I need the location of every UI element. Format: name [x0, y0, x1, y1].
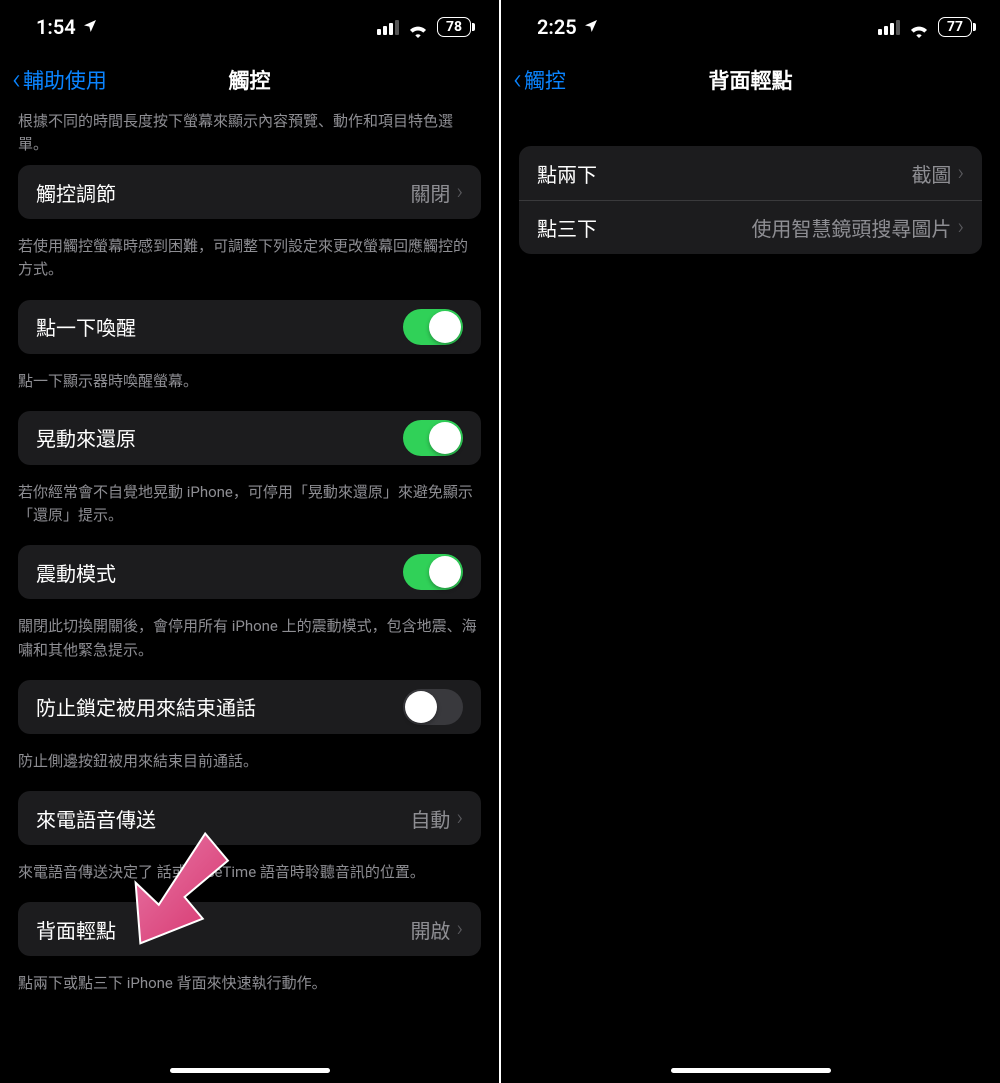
row-tap-to-wake[interactable]: 點一下喚醒 [18, 300, 481, 354]
home-indicator[interactable] [170, 1068, 330, 1073]
status-bar: 1:54 78 [0, 0, 499, 54]
toggle-vibration[interactable] [403, 554, 463, 590]
row-value: 使用智慧鏡頭搜尋圖片 [751, 213, 951, 242]
toggle-shake-to-undo[interactable] [403, 420, 463, 456]
toggle-knob [429, 311, 461, 343]
chevron-left-icon: ‹ [12, 65, 21, 95]
cellular-icon [878, 20, 900, 35]
row-label: 背面輕點 [36, 915, 116, 944]
row-label: 防止鎖定被用來結束通話 [36, 692, 256, 721]
home-indicator[interactable] [671, 1068, 831, 1073]
phone-right-back-tap-settings: 2:25 77 ‹ 觸控 背面輕點 點兩下 截圖 [501, 0, 1000, 1083]
nav-header: ‹ 觸控 背面輕點 [501, 54, 1000, 106]
row-footer: 防止側邊按鈕被用來結束目前通話。 [0, 742, 499, 791]
back-button[interactable]: ‹ 輔助使用 [12, 65, 107, 95]
row-shake-to-undo[interactable]: 晃動來還原 [18, 411, 481, 465]
row-footer: 點一下顯示器時喚醒螢幕。 [0, 362, 499, 411]
row-label: 點兩下 [537, 159, 597, 188]
back-label: 輔助使用 [23, 65, 107, 95]
row-value: 自動 [410, 804, 450, 833]
row-footer: 若你經常會不自覺地晃動 iPhone，可停用「晃動來還原」來避免顯示「還原」提示… [0, 473, 499, 546]
row-touch-accommodations[interactable]: 觸控調節 關閉 › [18, 165, 481, 219]
row-value: 截圖 [911, 159, 951, 188]
status-bar: 2:25 77 [501, 0, 1000, 54]
row-label: 點三下 [537, 213, 597, 242]
row-label: 觸控調節 [36, 178, 116, 207]
location-icon [583, 15, 599, 39]
row-prevent-lock-end-call[interactable]: 防止鎖定被用來結束通話 [18, 680, 481, 734]
chevron-left-icon: ‹ [513, 65, 522, 95]
toggle-knob [429, 422, 461, 454]
row-label: 來電語音傳送 [36, 804, 156, 833]
wifi-icon [908, 19, 930, 35]
toggle-tap-to-wake[interactable] [403, 309, 463, 345]
row-footer: 若使用觸控螢幕時感到困難，可調整下列設定來更改螢幕回應觸控的方式。 [0, 227, 499, 300]
row-value: 開啟 [410, 915, 450, 944]
wifi-icon [407, 19, 429, 35]
row-label: 震動模式 [36, 558, 116, 587]
battery-icon: 77 [938, 17, 972, 37]
toggle-knob [429, 556, 461, 588]
chevron-right-icon: › [957, 215, 964, 240]
chevron-right-icon: › [456, 180, 463, 205]
page-title: 觸控 [229, 65, 271, 95]
battery-icon: 78 [437, 17, 471, 37]
nav-header: ‹ 輔助使用 觸控 [0, 54, 499, 106]
row-double-tap[interactable]: 點兩下 截圖 › [519, 146, 982, 200]
cellular-icon [377, 20, 399, 35]
row-call-audio-routing[interactable]: 來電語音傳送 自動 › [18, 791, 481, 845]
settings-scroll[interactable]: 點兩下 截圖 › 點三下 使用智慧鏡頭搜尋圖片 › [501, 106, 1000, 254]
partial-footer-text: 根據不同的時間長度按下螢幕來顯示內容預覽、動作和項目特色選單。 [0, 106, 499, 165]
toggle-knob [405, 691, 437, 723]
back-button[interactable]: ‹ 觸控 [513, 65, 566, 95]
location-icon [82, 15, 98, 39]
phone-left-touch-settings: 1:54 78 ‹ 輔助使用 觸控 根據不同的時間長度按下螢幕來顯示內容預覽、動… [0, 0, 499, 1083]
row-label: 晃動來還原 [36, 423, 136, 452]
chevron-right-icon: › [957, 161, 964, 186]
row-footer: 點兩下或點三下 iPhone 背面來快速執行動作。 [0, 964, 499, 1013]
row-footer: 關閉此切換開關後，會停用所有 iPhone 上的震動模式，包含地震、海嘯和其他緊… [0, 607, 499, 680]
toggle-prevent-lock[interactable] [403, 689, 463, 725]
row-label: 點一下喚醒 [36, 312, 136, 341]
settings-scroll[interactable]: 根據不同的時間長度按下螢幕來顯示內容預覽、動作和項目特色選單。 觸控調節 關閉 … [0, 106, 499, 1053]
page-title: 背面輕點 [709, 65, 793, 95]
back-label: 觸控 [524, 65, 566, 95]
chevron-right-icon: › [456, 806, 463, 831]
row-footer: 來電語音傳送決定了 話或 FaceTime 語音時聆聽音訊的位置。 [0, 853, 499, 902]
row-vibration[interactable]: 震動模式 [18, 545, 481, 599]
row-triple-tap[interactable]: 點三下 使用智慧鏡頭搜尋圖片 › [519, 200, 982, 254]
status-time: 2:25 [537, 15, 577, 39]
chevron-right-icon: › [456, 917, 463, 942]
status-time: 1:54 [36, 15, 76, 39]
row-back-tap[interactable]: 背面輕點 開啟 › [18, 902, 481, 956]
row-value: 關閉 [410, 178, 450, 207]
